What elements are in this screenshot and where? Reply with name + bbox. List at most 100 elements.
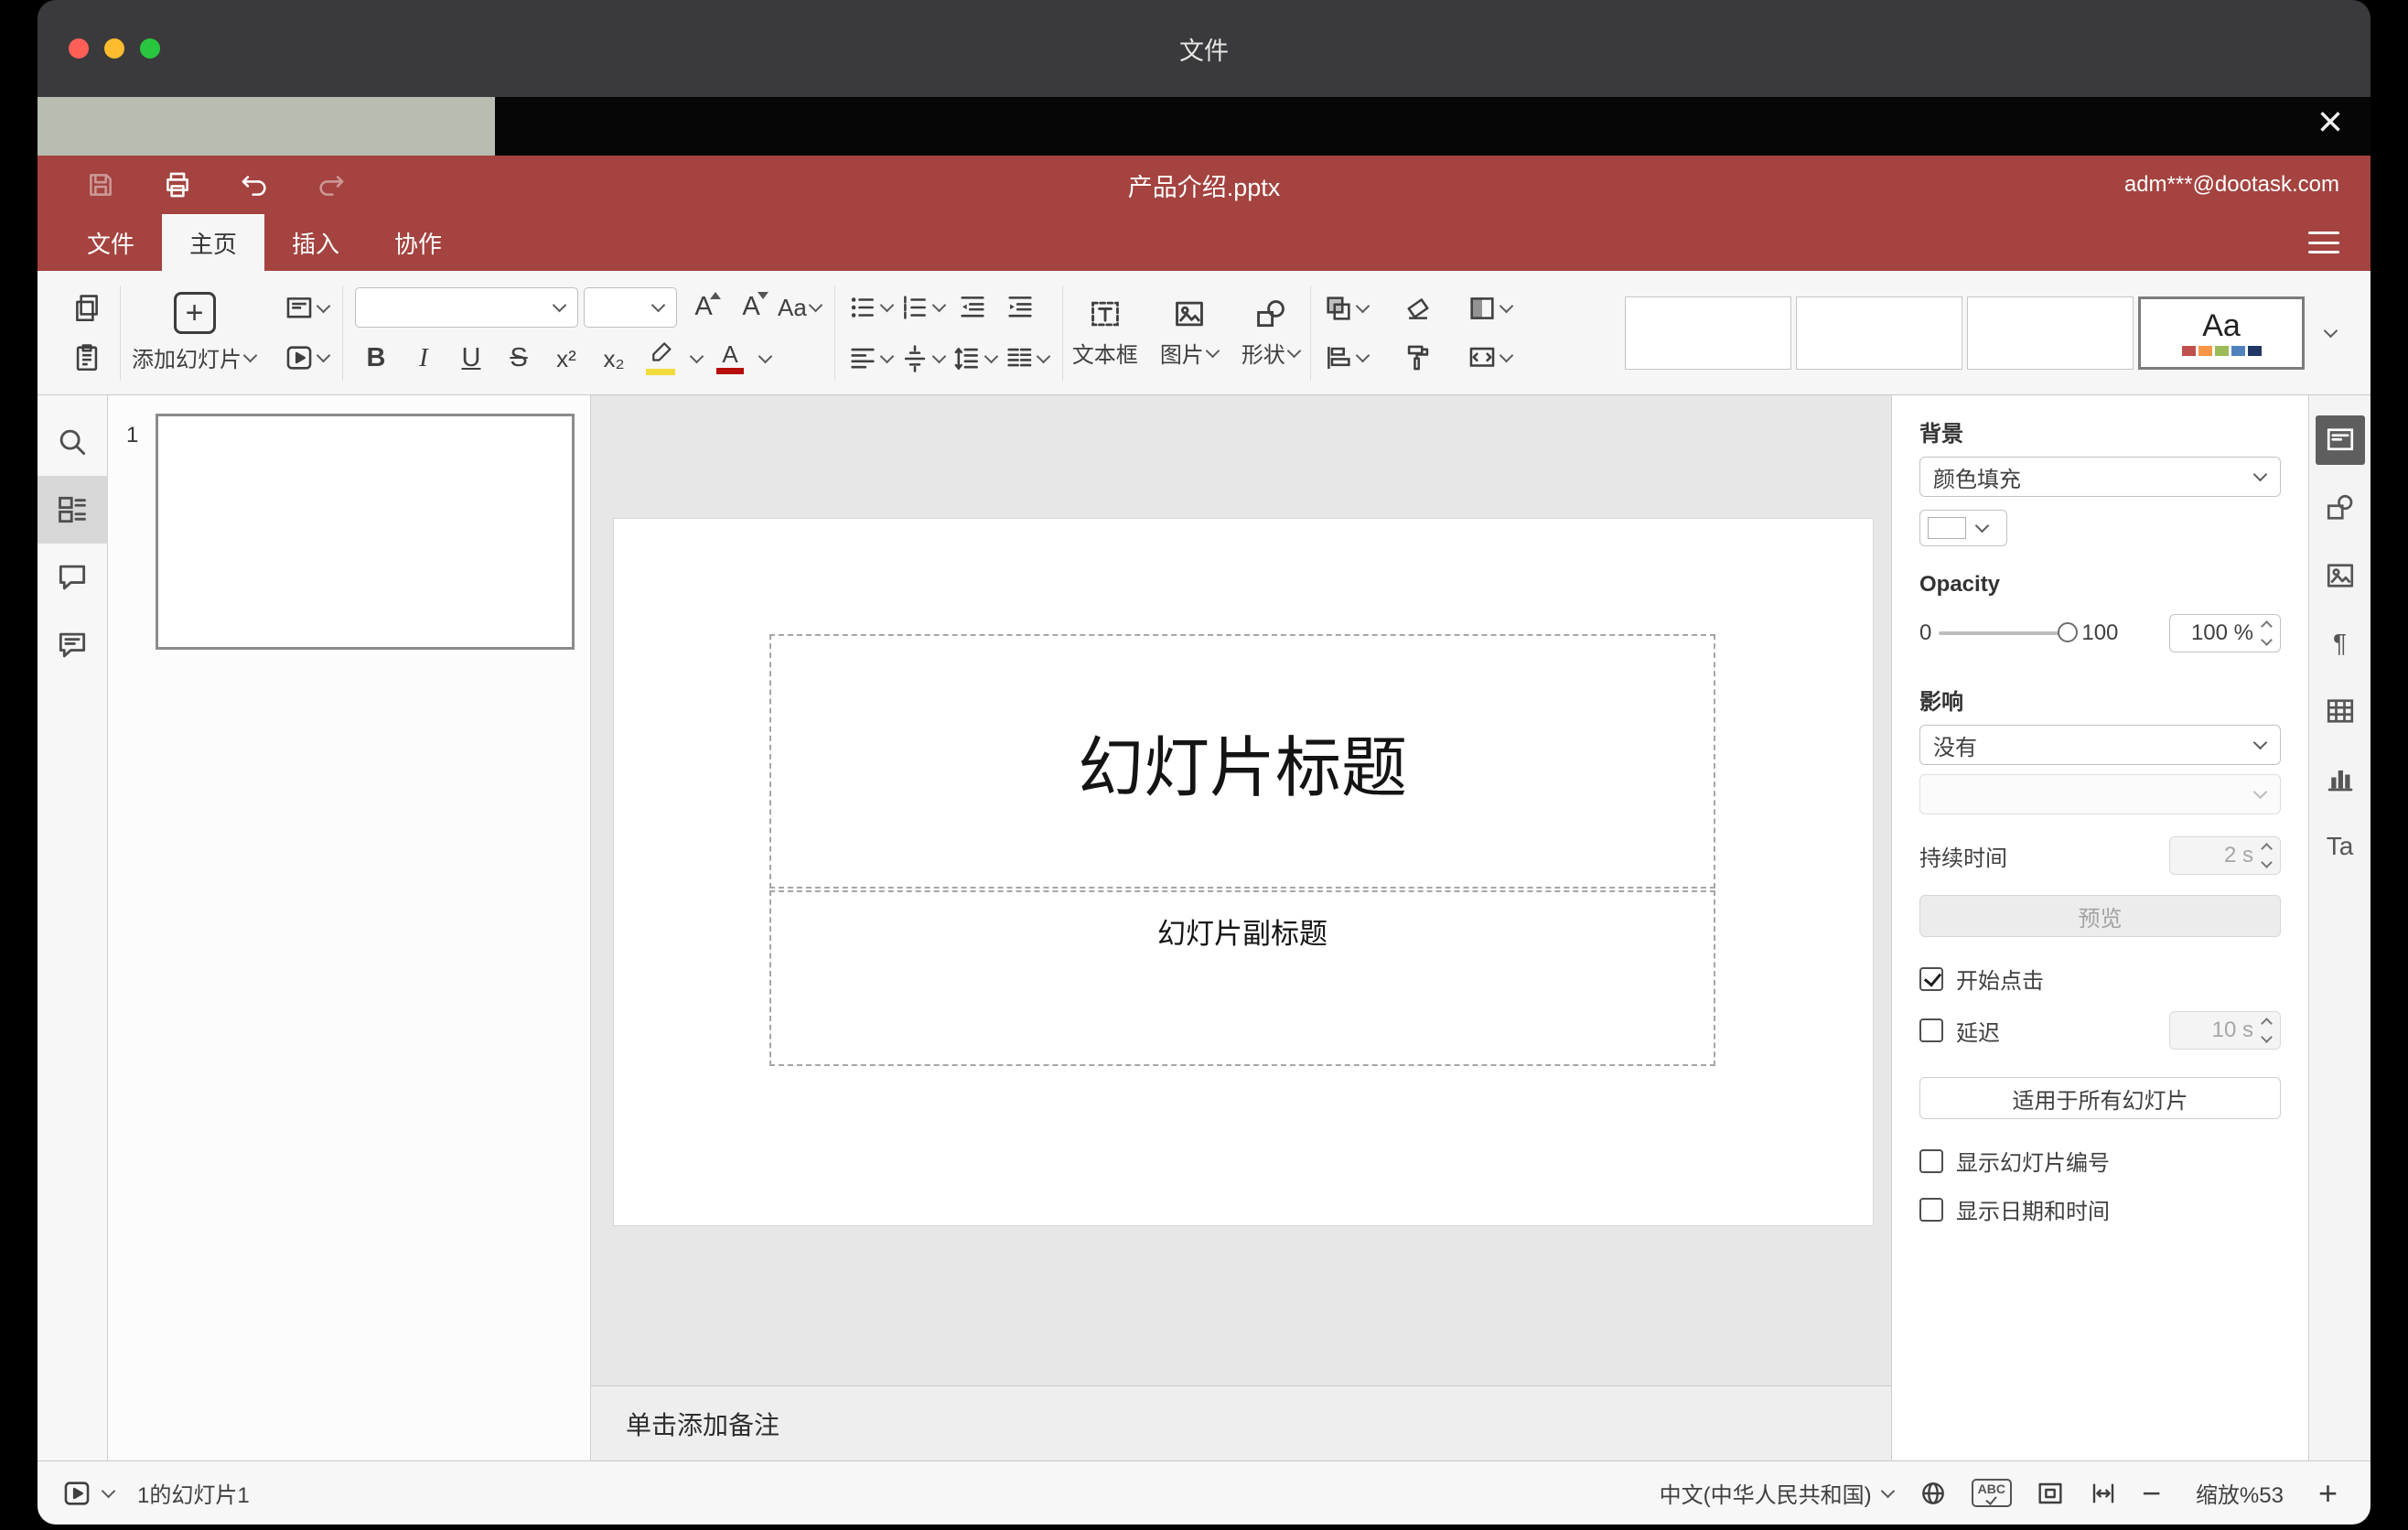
chart-settings-icon[interactable] xyxy=(2316,754,2365,803)
numbered-list-button[interactable] xyxy=(899,286,947,329)
fit-slide-icon[interactable] xyxy=(2036,1479,2065,1508)
bullet-list-button[interactable] xyxy=(847,286,895,329)
copy-style-button[interactable] xyxy=(1397,337,1439,379)
clear-style-button[interactable] xyxy=(1397,287,1439,329)
chat-icon[interactable] xyxy=(38,611,108,679)
clipboard-group xyxy=(54,287,120,379)
font-size-combo[interactable] xyxy=(584,286,677,328)
slide-group: + 添加幻灯片 xyxy=(121,287,342,379)
slide-settings-icon[interactable] xyxy=(2315,415,2365,465)
superscript-button[interactable]: x² xyxy=(545,338,587,380)
save-button[interactable] xyxy=(83,167,118,202)
show-date-time-checkbox[interactable] xyxy=(1919,1197,1943,1222)
opacity-spinner[interactable]: 100 % xyxy=(2169,614,2281,652)
color-scheme-button[interactable] xyxy=(1467,287,1514,329)
theme-slot-1[interactable] xyxy=(1625,296,1791,370)
spinner-arrows-icon[interactable] xyxy=(2261,620,2273,646)
font-name-combo[interactable] xyxy=(355,286,578,328)
subscript-button[interactable]: x₂ xyxy=(593,338,635,380)
menu-icon[interactable] xyxy=(2308,232,2339,253)
start-slideshow-status-button[interactable] xyxy=(61,1478,116,1509)
comments-icon[interactable] xyxy=(38,544,108,611)
subtitle-placeholder[interactable]: 幻灯片副标题 xyxy=(769,890,1715,1066)
tab-insert[interactable]: 插入 xyxy=(264,214,367,271)
print-button[interactable] xyxy=(160,167,195,202)
decrease-indent-button[interactable] xyxy=(951,286,994,329)
arrange-shape-button[interactable] xyxy=(1323,287,1371,329)
show-slide-number-checkbox[interactable] xyxy=(1919,1148,1943,1173)
delay-checkbox[interactable] xyxy=(1919,1018,1943,1042)
slides-panel-icon[interactable] xyxy=(38,476,108,544)
tab-home[interactable]: 主页 xyxy=(162,214,265,271)
effect-select[interactable]: 没有 xyxy=(1919,725,2281,765)
theme-gallery-more-button[interactable] xyxy=(2309,296,2350,370)
opacity-slider[interactable] xyxy=(1939,622,2079,642)
underline-button[interactable]: U xyxy=(450,338,492,380)
paste-button[interactable] xyxy=(66,337,108,379)
fill-color-select[interactable] xyxy=(1919,510,2007,546)
notes-area[interactable]: 单击添加备注 xyxy=(591,1385,1891,1460)
traffic-lights xyxy=(69,38,160,59)
apply-to-all-slides-button[interactable]: 适用于所有幻灯片 xyxy=(1919,1077,2281,1119)
add-slide-label: 添加幻灯片 xyxy=(132,348,242,372)
chevron-down-icon xyxy=(1355,348,1371,362)
slide-surface[interactable]: 幻灯片标题 幻灯片副标题 xyxy=(613,518,1874,1226)
undo-button[interactable] xyxy=(237,167,272,202)
strikethrough-button[interactable]: S xyxy=(498,338,540,380)
start-slideshow-button[interactable] xyxy=(284,337,331,379)
tab-collaboration[interactable]: 协作 xyxy=(367,214,469,271)
theme-slot-3[interactable] xyxy=(1967,296,2134,370)
horizontal-align-button[interactable] xyxy=(847,338,895,380)
increase-font-size-button[interactable]: A xyxy=(683,286,725,329)
shape-settings-icon[interactable] xyxy=(2316,483,2365,533)
columns-button[interactable] xyxy=(1004,338,1051,380)
insert-image-button[interactable]: 图片 xyxy=(1151,296,1229,369)
theme-slot-selected[interactable]: Aa xyxy=(2138,296,2305,370)
slide-size-button[interactable] xyxy=(1467,337,1514,379)
zoom-window-button[interactable] xyxy=(140,38,160,59)
textart-settings-icon[interactable]: Ta xyxy=(2316,822,2365,871)
change-layout-button[interactable] xyxy=(284,287,331,329)
copy-button[interactable] xyxy=(66,287,108,329)
decrease-font-size-button[interactable]: A xyxy=(730,286,772,329)
close-icon[interactable]: × xyxy=(2317,101,2343,145)
line-spacing-button[interactable] xyxy=(951,338,999,380)
fill-type-select[interactable]: 颜色填充 xyxy=(1919,457,2281,497)
vertical-align-button[interactable] xyxy=(899,338,947,380)
zoom-out-button[interactable]: − xyxy=(2142,1476,2161,1510)
increase-indent-button[interactable] xyxy=(999,286,1041,329)
start-on-click-checkbox[interactable] xyxy=(1919,966,1943,991)
highlight-color-button[interactable] xyxy=(640,338,683,380)
title-placeholder[interactable]: 幻灯片标题 xyxy=(769,634,1715,889)
chevron-down-icon xyxy=(650,297,666,312)
table-settings-icon[interactable] xyxy=(2316,686,2365,736)
chevron-down-icon xyxy=(1880,1483,1895,1498)
insert-textbox-button[interactable]: 文本框 xyxy=(1063,296,1147,369)
image-settings-icon[interactable] xyxy=(2316,551,2365,600)
arrange-group xyxy=(1311,287,1525,379)
opacity-slider-knob[interactable] xyxy=(2058,622,2079,642)
bold-button[interactable]: B xyxy=(355,338,397,380)
document-language-icon[interactable] xyxy=(1919,1479,1948,1508)
spellcheck-icon[interactable]: ABC xyxy=(1971,1478,2012,1508)
paragraph-settings-icon[interactable]: ¶ xyxy=(2316,619,2365,668)
insert-shape-button[interactable]: 形状 xyxy=(1232,296,1310,369)
font-color-button[interactable]: A xyxy=(709,338,751,380)
close-window-button[interactable] xyxy=(69,38,89,59)
add-slide-button[interactable]: + 添加幻灯片 xyxy=(121,292,268,373)
chevron-down-icon xyxy=(2323,323,2338,338)
slide-thumbnail-panel: 1 xyxy=(108,395,591,1460)
fit-width-icon[interactable] xyxy=(2089,1479,2118,1508)
redo-button[interactable] xyxy=(314,167,349,202)
minimize-window-button[interactable] xyxy=(104,38,124,59)
tab-file[interactable]: 文件 xyxy=(59,214,162,271)
search-icon[interactable] xyxy=(38,408,108,476)
language-selector[interactable]: 中文(中华人民共和国) xyxy=(1660,1477,1895,1509)
change-case-button[interactable]: Aa xyxy=(778,286,823,329)
theme-slot-2[interactable] xyxy=(1796,296,1962,370)
italic-button[interactable]: I xyxy=(403,338,445,380)
align-shape-button[interactable] xyxy=(1323,337,1371,379)
zoom-in-button[interactable]: + xyxy=(2318,1476,2338,1510)
spinner-arrows-icon xyxy=(2261,1018,2273,1043)
slide-thumbnail[interactable] xyxy=(156,414,575,650)
